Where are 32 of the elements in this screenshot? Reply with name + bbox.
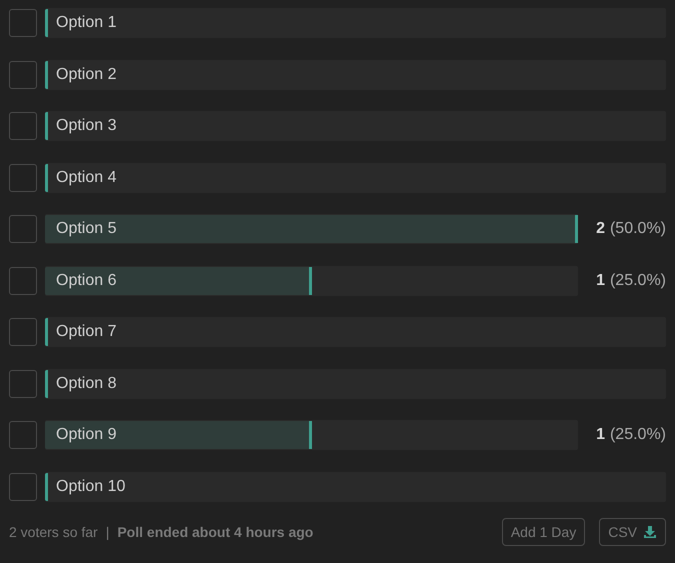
vote-count: 1	[596, 272, 605, 290]
checkbox[interactable]	[9, 318, 37, 346]
vote-percent: (25.0%)	[610, 426, 666, 444]
checkbox[interactable]	[9, 60, 37, 88]
checkbox[interactable]	[9, 421, 37, 449]
option-label: Option 8	[55, 374, 116, 392]
checkbox[interactable]	[9, 472, 37, 500]
option-label: Option 9	[55, 426, 116, 444]
checkbox[interactable]	[9, 164, 37, 192]
option-label: Option 1	[55, 14, 116, 32]
checkbox[interactable]	[9, 9, 37, 37]
option-label: Option 4	[55, 168, 116, 186]
add-day-button[interactable]: Add 1 Day	[502, 518, 586, 546]
vote-percent: (50.0%)	[610, 220, 666, 238]
checkbox[interactable]	[9, 266, 37, 294]
checkbox[interactable]	[9, 112, 37, 140]
option-label: Option 3	[55, 117, 116, 135]
option-label: Option 6	[55, 272, 116, 290]
separator: |	[106, 524, 110, 540]
checkbox[interactable]	[9, 215, 37, 243]
option-label: Option 2	[55, 66, 116, 84]
option-label: Option 7	[55, 323, 116, 341]
csv-button[interactable]: CSV	[599, 518, 666, 546]
download-icon	[643, 525, 657, 539]
poll-status: Poll ended about 4 hours ago	[117, 524, 314, 540]
checkbox[interactable]	[9, 370, 37, 398]
option-label: Option 5	[55, 220, 116, 238]
vote-percent: (25.0%)	[610, 272, 666, 290]
vote-count: 1	[596, 426, 605, 444]
voter-count: 2 voters so far	[9, 524, 98, 540]
vote-count: 2	[596, 220, 605, 238]
option-label: Option 10	[55, 478, 126, 496]
